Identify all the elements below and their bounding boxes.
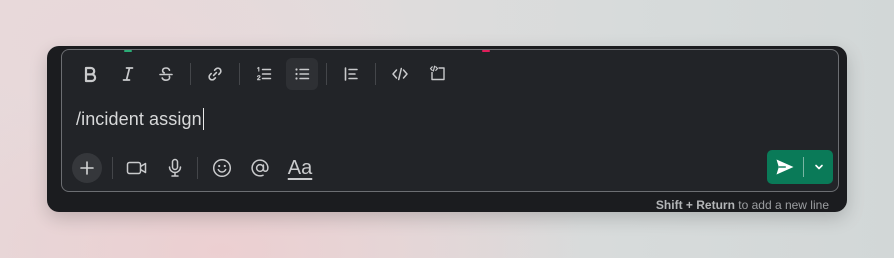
send-button[interactable] <box>767 150 803 184</box>
bulleted-list-button[interactable] <box>286 58 318 90</box>
code-icon <box>392 67 408 81</box>
plus-icon <box>80 161 94 175</box>
formatting-icon: Aa <box>287 157 313 179</box>
microphone-icon <box>168 158 182 177</box>
message-composer-card: /incident assign Aa Shift + Return to ad… <box>47 46 847 212</box>
toolbar-divider <box>375 63 376 85</box>
italic-icon <box>122 67 134 81</box>
mention-icon <box>251 159 269 177</box>
mention-button[interactable] <box>244 152 276 184</box>
message-composer[interactable]: /incident assign Aa <box>61 49 839 192</box>
italic-button[interactable] <box>112 58 144 90</box>
toolbar-divider <box>326 63 327 85</box>
new-line-hint: Shift + Return to add a new line <box>656 198 829 212</box>
code-button[interactable] <box>384 58 416 90</box>
formatting-toolbar <box>74 57 460 91</box>
code-block-button[interactable] <box>422 58 454 90</box>
send-icon <box>776 159 794 175</box>
toolbar-divider <box>112 157 113 179</box>
chevron-down-icon <box>814 164 823 170</box>
blockquote-button[interactable] <box>335 58 367 90</box>
send-options-button[interactable] <box>804 150 833 184</box>
message-input[interactable]: /incident assign <box>76 108 205 130</box>
blockquote-icon <box>344 67 358 81</box>
text-caret <box>202 108 205 130</box>
formatting-toggle-button[interactable]: Aa <box>282 152 318 184</box>
bold-icon <box>84 66 97 83</box>
ordered-list-icon <box>256 66 272 81</box>
link-button[interactable] <box>199 58 231 90</box>
toolbar-divider <box>197 157 198 179</box>
link-icon <box>208 67 222 81</box>
peek-indicator-red <box>482 50 490 52</box>
audio-clip-button[interactable] <box>159 152 191 184</box>
video-icon <box>126 161 147 175</box>
send-button-group <box>767 150 833 184</box>
peek-indicator-green <box>124 50 132 52</box>
bulleted-list-icon <box>295 68 310 80</box>
attach-button[interactable] <box>72 153 102 183</box>
strikethrough-icon <box>159 67 173 82</box>
ordered-list-button[interactable] <box>248 58 280 90</box>
toolbar-divider <box>239 63 240 85</box>
strikethrough-button[interactable] <box>150 58 182 90</box>
code-block-icon <box>429 65 445 81</box>
toolbar-divider <box>190 63 191 85</box>
composer-actions: Aa <box>72 151 324 185</box>
bold-button[interactable] <box>74 58 106 90</box>
message-text: /incident assign <box>76 108 202 129</box>
emoji-icon <box>212 158 232 178</box>
hint-text: to add a new line <box>734 198 829 212</box>
hint-shortcut: Shift + Return <box>655 198 735 212</box>
emoji-button[interactable] <box>206 152 238 184</box>
video-clip-button[interactable] <box>121 152 153 184</box>
